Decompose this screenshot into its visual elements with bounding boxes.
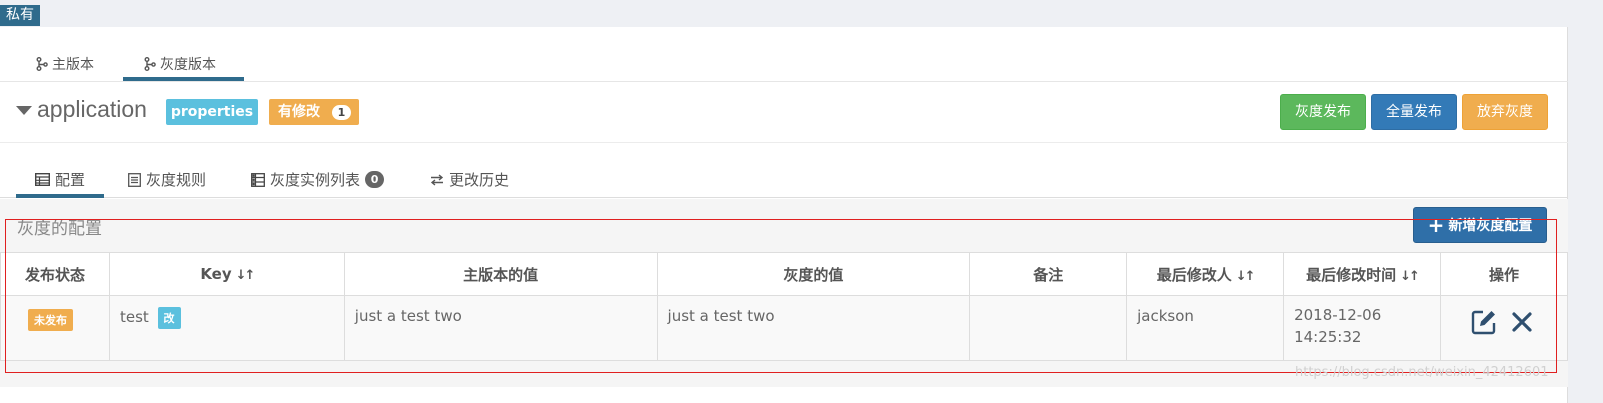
transfer-icon [430,173,444,186]
tab-master-version[interactable]: 主版本 [36,54,94,74]
active-subtab-indicator [16,194,104,198]
format-tag: properties [166,99,258,125]
private-badge: 私有 [0,5,40,26]
highlight-frame [5,219,1557,373]
table-icon [35,173,50,186]
tab-gray-rules-label: 灰度规则 [146,171,207,189]
tab-config[interactable]: 配置 [35,169,85,190]
modified-tag-label: 有修改 [278,104,320,120]
namespace-title: application [37,96,147,122]
server-list-icon [251,172,265,187]
abandon-gray-button[interactable]: 放弃灰度 [1462,94,1548,130]
gray-release-button[interactable]: 灰度发布 [1280,94,1366,130]
tab-change-history[interactable]: 更改历史 [430,169,509,190]
modified-tag: 有修改 1 [269,99,359,125]
instance-count-badge: 0 [365,171,385,188]
namespace-header: application properties 有修改 1 灰度发布 全量发布 放… [0,83,1568,143]
top-bar: 私有 [0,0,1603,27]
active-tab-indicator [123,77,244,81]
code-fork-icon [144,57,156,71]
code-fork-icon [36,57,48,71]
tab-config-label: 配置 [55,171,86,189]
tab-gray-instances-label: 灰度实例列表 [270,171,361,189]
modified-count-badge: 1 [332,105,351,120]
tab-master-version-label: 主版本 [52,57,94,73]
tab-gray-version-label: 灰度版本 [160,57,216,73]
list-alt-icon [128,172,141,187]
branch-tabs: 主版本 灰度版本 [0,27,1568,82]
collapse-caret-icon[interactable] [16,106,32,115]
tab-gray-version[interactable]: 灰度版本 [144,54,216,74]
tab-change-history-label: 更改历史 [449,171,510,189]
watermark: https://blog.csdn.net/weixin_42412601 [1295,365,1549,380]
full-release-button[interactable]: 全量发布 [1371,94,1457,130]
sub-tabs: 配置 灰度规则 灰度实例列表 0 更改历史 [0,144,1568,198]
tab-gray-rules[interactable]: 灰度规则 [128,169,206,190]
tab-gray-instances[interactable]: 灰度实例列表 0 [251,169,385,190]
